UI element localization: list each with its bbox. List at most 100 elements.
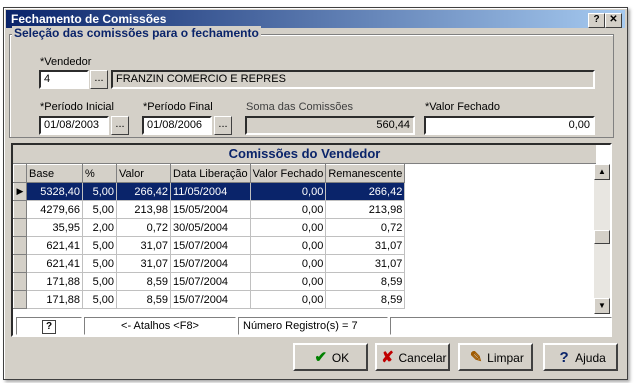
cross-icon: ✘ xyxy=(381,348,394,366)
column-header-base[interactable]: Base xyxy=(26,164,83,183)
column-header-percent[interactable]: % xyxy=(82,164,117,183)
cancelar-button[interactable]: ✘ Cancelar xyxy=(375,343,450,371)
vendedor-lookup-button[interactable]: ... xyxy=(90,70,108,89)
table-cell[interactable]: 0,00 xyxy=(250,272,327,291)
table-row[interactable]: 171,88 5,00 8,59 15/07/2004 0,00 8,59 xyxy=(13,290,406,309)
ajuda-button[interactable]: ? Ajuda xyxy=(543,343,618,371)
row-indicator[interactable] xyxy=(13,254,27,273)
scroll-thumb[interactable] xyxy=(594,230,610,244)
table-cell[interactable]: 213,98 xyxy=(116,200,171,219)
table-cell[interactable]: 31,07 xyxy=(116,236,171,255)
periodo-inicial-picker-button[interactable]: ... xyxy=(111,116,129,135)
table-cell[interactable]: 8,59 xyxy=(325,290,406,309)
table-cell[interactable]: 0,00 xyxy=(250,290,327,309)
question-icon: ? xyxy=(559,348,569,366)
periodo-inicial-label: *Período Inicial xyxy=(40,101,114,113)
soma-comissoes-field: 560,44 xyxy=(245,116,415,135)
window-title: Fechamento de Comissões xyxy=(11,12,167,26)
table-cell[interactable]: 621,41 xyxy=(26,236,83,255)
groupbox-title: Seleção das comissões para o fechamento xyxy=(12,26,261,40)
table-cell[interactable]: 31,07 xyxy=(116,254,171,273)
grid-caption: Comissões do Vendedor xyxy=(13,145,596,164)
table-row[interactable]: 621,41 5,00 31,07 15/07/2004 0,00 31,07 xyxy=(13,254,406,273)
table-cell[interactable]: 5,00 xyxy=(82,254,117,273)
table-cell[interactable]: 0,00 xyxy=(250,182,327,201)
table-row[interactable]: 35,95 2,00 0,72 30/05/2004 0,00 0,72 xyxy=(13,218,406,237)
table-cell[interactable]: 15/07/2004 xyxy=(170,236,251,255)
row-indicator[interactable] xyxy=(13,218,27,237)
table-row[interactable]: 171,88 5,00 8,59 15/07/2004 0,00 8,59 xyxy=(13,272,406,291)
help-title-button[interactable]: ? xyxy=(588,13,605,28)
close-button[interactable]: ✕ xyxy=(605,13,622,28)
table-cell[interactable]: 35,95 xyxy=(26,218,83,237)
table-cell[interactable]: 15/07/2004 xyxy=(170,290,251,309)
valor-fechado-label: *Valor Fechado xyxy=(425,101,501,113)
table-cell[interactable]: 171,88 xyxy=(26,272,83,291)
periodo-final-input[interactable]: 01/08/2006 xyxy=(142,116,212,135)
table-cell[interactable]: 0,00 xyxy=(250,218,327,237)
table-cell[interactable]: 0,00 xyxy=(250,200,327,219)
table-cell[interactable]: 31,07 xyxy=(325,254,406,273)
valor-fechado-input[interactable]: 0,00 xyxy=(424,116,595,135)
row-indicator[interactable] xyxy=(13,200,27,219)
table-cell[interactable]: 15/07/2004 xyxy=(170,254,251,273)
registros-status: Número Registro(s) = 7 xyxy=(238,317,388,335)
broom-icon: ✎ xyxy=(469,348,483,366)
row-indicator[interactable] xyxy=(13,272,27,291)
table-cell[interactable]: 266,42 xyxy=(116,182,171,201)
periodo-final-picker-button[interactable]: ... xyxy=(214,116,232,135)
table-cell[interactable]: 171,88 xyxy=(26,290,83,309)
table-cell[interactable]: 213,98 xyxy=(325,200,406,219)
comissoes-grid[interactable]: Comissões do Vendedor Base % Valor Data … xyxy=(11,143,612,337)
help-question-icon[interactable]: ? xyxy=(42,320,56,334)
table-cell[interactable]: 5,00 xyxy=(82,236,117,255)
table-cell[interactable]: 8,59 xyxy=(116,272,171,291)
column-header-remanescente[interactable]: Remanescente xyxy=(325,164,406,183)
checkmark-icon: ✔ xyxy=(314,348,328,366)
table-cell[interactable]: 621,41 xyxy=(26,254,83,273)
status-empty-cell xyxy=(390,317,612,335)
table-cell[interactable]: 5,00 xyxy=(82,200,117,219)
table-cell[interactable]: 5,00 xyxy=(82,182,117,201)
row-indicator[interactable] xyxy=(13,290,27,309)
atalhos-status: <- Atalhos <F8> xyxy=(84,317,236,335)
grid-table[interactable]: Base % Valor Data Liberação Valor Fechad… xyxy=(13,164,406,309)
table-cell[interactable]: 2,00 xyxy=(82,218,117,237)
vertical-scrollbar[interactable]: ▲ ▼ xyxy=(594,164,610,314)
table-row[interactable]: 621,41 5,00 31,07 15/07/2004 0,00 31,07 xyxy=(13,236,406,255)
vendedor-code-input[interactable]: 4 xyxy=(39,70,89,89)
row-indicator[interactable] xyxy=(13,236,27,255)
table-row[interactable]: 4279,66 5,00 213,98 15/05/2004 0,00 213,98 xyxy=(13,200,406,219)
table-cell[interactable]: 8,59 xyxy=(325,272,406,291)
row-pointer-icon[interactable]: ▶ xyxy=(13,182,27,201)
soma-comissoes-label: Soma das Comissões xyxy=(246,101,353,113)
table-cell[interactable]: 5,00 xyxy=(82,290,117,309)
indicator-header xyxy=(13,164,27,183)
table-cell[interactable]: 5,00 xyxy=(82,272,117,291)
column-header-data-liberacao[interactable]: Data Liberação xyxy=(170,164,251,183)
vendedor-label: *Vendedor xyxy=(40,56,92,68)
limpar-button[interactable]: ✎ Limpar xyxy=(458,343,533,371)
table-cell[interactable]: 31,07 xyxy=(325,236,406,255)
table-cell[interactable]: 30/05/2004 xyxy=(170,218,251,237)
table-cell[interactable]: 15/07/2004 xyxy=(170,272,251,291)
table-cell[interactable]: 8,59 xyxy=(116,290,171,309)
periodo-inicial-input[interactable]: 01/08/2003 xyxy=(39,116,109,135)
table-cell[interactable]: 15/05/2004 xyxy=(170,200,251,219)
table-cell[interactable]: 11/05/2004 xyxy=(170,182,251,201)
table-cell[interactable]: 0,00 xyxy=(250,254,327,273)
table-cell[interactable]: 0,00 xyxy=(250,236,327,255)
scroll-down-arrow-icon[interactable]: ▼ xyxy=(594,298,610,314)
ok-button[interactable]: ✔ OK xyxy=(293,343,368,371)
vendedor-name-field: FRANZIN COMERCIO E REPRES xyxy=(111,70,595,89)
column-header-valor-fechado[interactable]: Valor Fechado xyxy=(249,164,327,183)
column-header-valor[interactable]: Valor xyxy=(116,164,171,183)
table-cell[interactable]: 4279,66 xyxy=(26,200,83,219)
status-help-cell: ? xyxy=(16,317,82,335)
table-cell[interactable]: 266,42 xyxy=(325,182,406,201)
table-row[interactable]: ▶ 5328,40 5,00 266,42 11/05/2004 0,00 266,42 xyxy=(13,182,406,201)
table-cell[interactable]: 0,72 xyxy=(325,218,406,237)
table-cell[interactable]: 0,72 xyxy=(116,218,171,237)
scroll-up-arrow-icon[interactable]: ▲ xyxy=(594,164,610,180)
table-cell[interactable]: 5328,40 xyxy=(26,182,83,201)
